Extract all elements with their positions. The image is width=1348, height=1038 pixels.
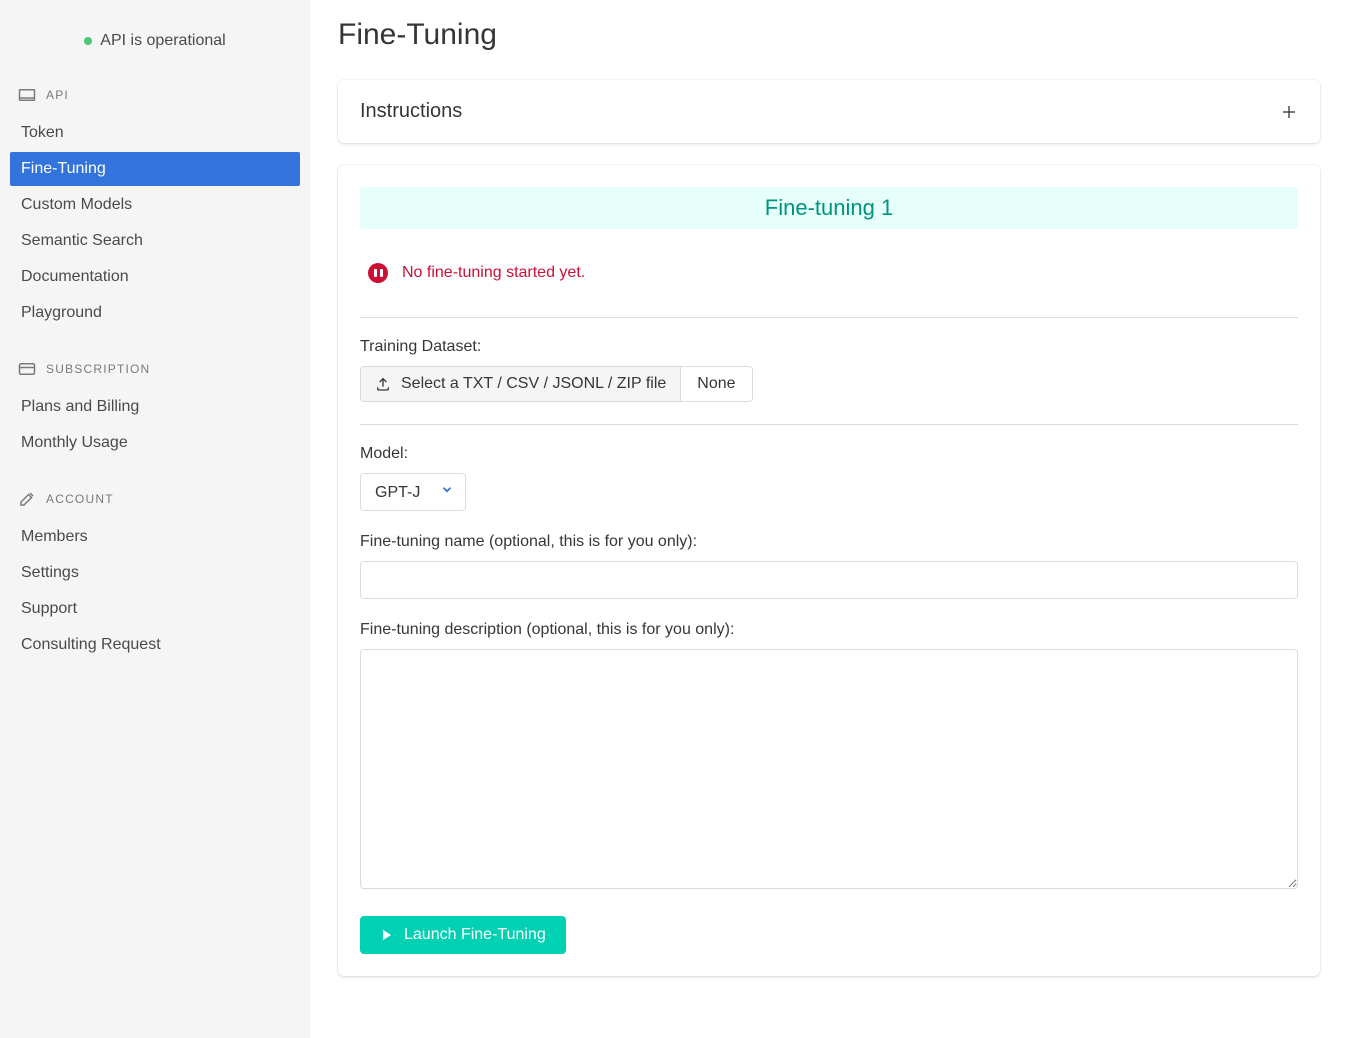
sidebar-section-api: API: [0, 78, 310, 112]
select-file-button[interactable]: Select a TXT / CSV / JSONL / ZIP file: [361, 367, 681, 401]
instructions-title: Instructions: [360, 100, 462, 123]
file-picker: Select a TXT / CSV / JSONL / ZIP file No…: [360, 366, 753, 402]
plus-icon: [1280, 103, 1298, 121]
tools-icon: [18, 490, 36, 508]
sidebar-item-plans-billing[interactable]: Plans and Billing: [10, 390, 300, 424]
fine-tuning-card: Fine-tuning 1 No fine-tuning started yet…: [338, 165, 1320, 976]
play-icon: [380, 928, 394, 942]
terminal-icon: [18, 86, 36, 104]
training-dataset-label: Training Dataset:: [360, 338, 1298, 356]
sidebar-item-settings[interactable]: Settings: [10, 556, 300, 590]
sidebar-item-playground[interactable]: Playground: [10, 296, 300, 330]
launch-button-label: Launch Fine-Tuning: [404, 926, 546, 944]
model-select[interactable]: GPT-J: [360, 473, 466, 511]
model-label: Model:: [360, 445, 1298, 463]
sidebar-item-members[interactable]: Members: [10, 520, 300, 554]
divider: [360, 317, 1298, 318]
sidebar-section-label: ACCOUNT: [46, 492, 114, 506]
sidebar-section-account: ACCOUNT: [0, 482, 310, 516]
api-status-text: API is operational: [100, 32, 225, 50]
fine-tuning-name-field: Fine-tuning name (optional, this is for …: [360, 533, 1298, 599]
selected-file-name: None: [681, 367, 751, 401]
page-title: Fine-Tuning: [338, 18, 1320, 52]
credit-card-icon: [18, 360, 36, 378]
launch-fine-tuning-button[interactable]: Launch Fine-Tuning: [360, 916, 566, 954]
divider: [360, 424, 1298, 425]
training-dataset-field: Training Dataset: Select a TXT / CSV / J…: [360, 338, 1298, 402]
instructions-card: Instructions: [338, 80, 1320, 143]
sidebar-item-consulting-request[interactable]: Consulting Request: [10, 628, 300, 662]
sidebar: API is operational API Token Fine-Tuning…: [0, 0, 310, 1038]
sidebar-item-monthly-usage[interactable]: Monthly Usage: [10, 426, 300, 460]
select-file-button-label: Select a TXT / CSV / JSONL / ZIP file: [401, 375, 666, 393]
sidebar-section-label: SUBSCRIPTION: [46, 362, 150, 376]
fine-tuning-description-input[interactable]: [360, 649, 1298, 889]
sidebar-item-token[interactable]: Token: [10, 116, 300, 150]
main-content: Fine-Tuning Instructions Fine-tuning 1 N…: [310, 0, 1348, 1038]
sidebar-item-semantic-search[interactable]: Semantic Search: [10, 224, 300, 258]
sidebar-item-support[interactable]: Support: [10, 592, 300, 626]
instructions-toggle[interactable]: Instructions: [338, 80, 1320, 143]
fine-tuning-banner: Fine-tuning 1: [360, 187, 1298, 229]
sidebar-item-documentation[interactable]: Documentation: [10, 260, 300, 294]
sidebar-item-custom-models[interactable]: Custom Models: [10, 188, 300, 222]
sidebar-item-fine-tuning[interactable]: Fine-Tuning: [10, 152, 300, 186]
pause-icon: [368, 263, 388, 283]
sidebar-section-subscription: SUBSCRIPTION: [0, 352, 310, 386]
fine-tuning-status: No fine-tuning started yet.: [360, 263, 1298, 317]
fine-tuning-description-label: Fine-tuning description (optional, this …: [360, 621, 1298, 639]
fine-tuning-name-input[interactable]: [360, 561, 1298, 599]
sidebar-section-label: API: [46, 88, 69, 102]
fine-tuning-name-label: Fine-tuning name (optional, this is for …: [360, 533, 1298, 551]
status-dot-icon: [84, 37, 92, 45]
model-field: Model: GPT-J: [360, 445, 1298, 511]
fine-tuning-description-field: Fine-tuning description (optional, this …: [360, 621, 1298, 894]
api-status: API is operational: [0, 32, 310, 50]
fine-tuning-status-text: No fine-tuning started yet.: [402, 264, 585, 282]
upload-icon: [375, 376, 391, 392]
